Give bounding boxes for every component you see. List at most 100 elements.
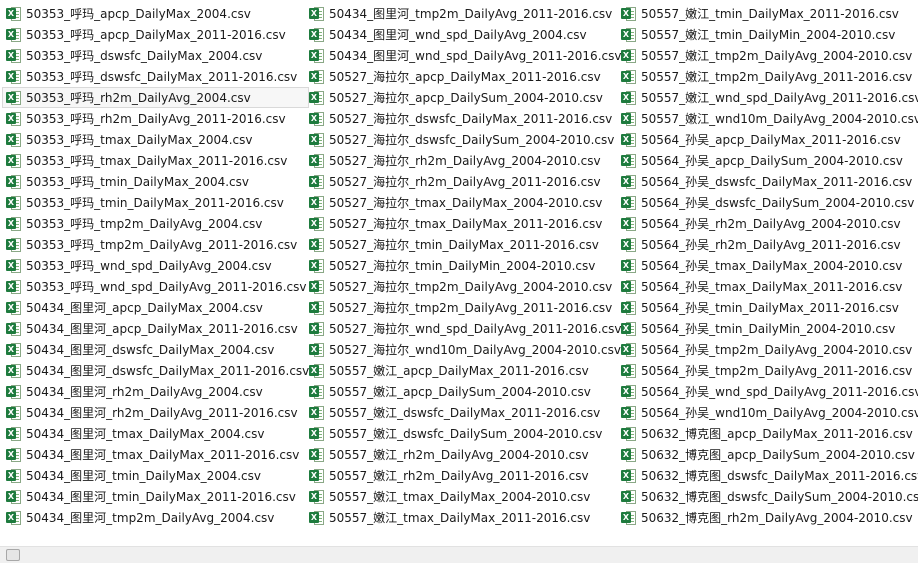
file-name: 50434_图里河_tmax_DailyMax_2011-2016.csv [26,448,300,462]
file-item[interactable]: X 50353_呼玛_tmax_DailyMax_2011-2016.csv [2,150,309,171]
file-item[interactable]: X 50434_图里河_rh2m_DailyAvg_2004.csv [2,381,309,402]
file-item[interactable]: X 50434_图里河_dswsfc_DailyMax_2011-2016.csv [2,360,309,381]
file-item[interactable]: X 50557_嫩江_wnd_spd_DailyAvg_2011-2016.csv [617,87,918,108]
file-name: 50564_孙吴_rh2m_DailyAvg_2011-2016.csv [641,238,901,252]
file-item[interactable]: X 50353_呼玛_tmp2m_DailyAvg_2004.csv [2,213,309,234]
scrollbar-thumb[interactable] [6,549,20,561]
file-item[interactable]: X 50353_呼玛_apcp_DailyMax_2004.csv [2,3,309,24]
file-item[interactable]: X 50527_海拉尔_tmp2m_DailyAvg_2004-2010.csv [305,276,621,297]
file-item[interactable]: X 50557_嫩江_wnd10m_DailyAvg_2004-2010.csv [617,108,918,129]
file-item[interactable]: X 50353_呼玛_wnd_spd_DailyAvg_2011-2016.csv [2,276,309,297]
excel-csv-icon: X [6,195,22,211]
file-name: 50434_图里河_apcp_DailyMax_2011-2016.csv [26,322,298,336]
file-item[interactable]: X 50632_博克图_dswsfc_DailyMax_2011-2016.csv [617,465,918,486]
file-item[interactable]: X 50434_图里河_tmax_DailyMax_2011-2016.csv [2,444,309,465]
file-item[interactable]: X 50557_嫩江_tmin_DailyMin_2004-2010.csv [617,24,918,45]
excel-csv-icon: X [309,195,325,211]
file-item[interactable]: X 50434_图里河_tmin_DailyMax_2004.csv [2,465,309,486]
file-item[interactable]: X 50527_海拉尔_wnd_spd_DailyAvg_2011-2016.cs… [305,318,621,339]
file-item[interactable]: X 50564_孙吴_dswsfc_DailyMax_2011-2016.csv [617,171,918,192]
file-item[interactable]: X 50632_博克图_apcp_DailySum_2004-2010.csv [617,444,918,465]
file-item[interactable]: X 50564_孙吴_tmax_DailyMax_2011-2016.csv [617,276,918,297]
file-item[interactable]: X 50527_海拉尔_tmp2m_DailyAvg_2011-2016.csv [305,297,621,318]
file-item[interactable]: X 50527_海拉尔_tmin_DailyMax_2011-2016.csv [305,234,621,255]
file-item[interactable]: X 50557_嫩江_dswsfc_DailyMax_2011-2016.csv [305,402,621,423]
file-item[interactable]: X 50564_孙吴_tmax_DailyMax_2004-2010.csv [617,255,918,276]
file-item[interactable]: X 50557_嫩江_dswsfc_DailySum_2004-2010.csv [305,423,621,444]
file-item[interactable]: X 50564_孙吴_wnd_spd_DailyAvg_2011-2016.csv [617,381,918,402]
file-item[interactable]: X 50434_图里河_tmax_DailyMax_2004.csv [2,423,309,444]
excel-csv-icon: X [621,258,637,274]
excel-csv-icon: X [6,27,22,43]
file-item[interactable]: X 50353_呼玛_dswsfc_DailyMax_2004.csv [2,45,309,66]
file-item[interactable]: X 50632_博克图_dswsfc_DailySum_2004-2010.csv [617,486,918,507]
file-item[interactable]: X 50564_孙吴_tmin_DailyMin_2004-2010.csv [617,318,918,339]
file-item[interactable]: X 50557_嫩江_rh2m_DailyAvg_2004-2010.csv [305,444,621,465]
file-name: 50564_孙吴_tmp2m_DailyAvg_2004-2010.csv [641,343,913,357]
file-item[interactable]: X 50564_孙吴_rh2m_DailyAvg_2004-2010.csv [617,213,918,234]
file-item[interactable]: X 50353_呼玛_apcp_DailyMax_2011-2016.csv [2,24,309,45]
file-item[interactable]: X 50632_博克图_rh2m_DailyAvg_2004-2010.csv [617,507,918,528]
file-name: 50557_嫩江_tmax_DailyMax_2011-2016.csv [329,511,591,525]
file-name: 50353_呼玛_tmin_DailyMax_2004.csv [26,175,249,189]
file-item[interactable]: X 50564_孙吴_tmp2m_DailyAvg_2011-2016.csv [617,360,918,381]
file-item[interactable]: X 50557_嫩江_rh2m_DailyAvg_2011-2016.csv [305,465,621,486]
file-item[interactable]: X 50434_图里河_rh2m_DailyAvg_2011-2016.csv [2,402,309,423]
file-item[interactable]: X 50353_呼玛_tmin_DailyMax_2004.csv [2,171,309,192]
excel-csv-icon: X [621,447,637,463]
file-item[interactable]: X 50632_博克图_apcp_DailyMax_2011-2016.csv [617,423,918,444]
file-item[interactable]: X 50434_图里河_tmin_DailyMax_2011-2016.csv [2,486,309,507]
file-item[interactable]: X 50353_呼玛_tmin_DailyMax_2011-2016.csv [2,192,309,213]
file-item[interactable]: X 50527_海拉尔_tmax_DailyMax_2011-2016.csv [305,213,621,234]
file-grid: X 50353_呼玛_apcp_DailyMax_2004.csv X 50353_呼… [0,0,918,536]
file-item[interactable]: X 50434_图里河_apcp_DailyMax_2004.csv [2,297,309,318]
file-item[interactable]: X 50564_孙吴_wnd10m_DailyAvg_2004-2010.csv [617,402,918,423]
file-item[interactable]: X 50564_孙吴_tmp2m_DailyAvg_2004-2010.csv [617,339,918,360]
file-item[interactable]: X 50527_海拉尔_apcp_DailySum_2004-2010.csv [305,87,621,108]
file-item[interactable]: X 50564_孙吴_tmin_DailyMax_2011-2016.csv [617,297,918,318]
file-item[interactable]: X 50434_图里河_wnd_spd_DailyAvg_2011-2016.cs… [305,45,621,66]
file-name: 50557_嫩江_apcp_DailySum_2004-2010.csv [329,385,591,399]
file-item[interactable]: X 50557_嫩江_tmin_DailyMax_2011-2016.csv [617,3,918,24]
file-item[interactable]: X 50353_呼玛_tmax_DailyMax_2004.csv [2,129,309,150]
file-item[interactable]: X 50557_嫩江_apcp_DailyMax_2011-2016.csv [305,360,621,381]
file-item[interactable]: X 50527_海拉尔_apcp_DailyMax_2011-2016.csv [305,66,621,87]
file-name: 50632_博克图_dswsfc_DailyMax_2011-2016.csv [641,469,918,483]
horizontal-scrollbar[interactable] [0,546,918,563]
file-item[interactable]: X 50353_呼玛_rh2m_DailyAvg_2004.csv [2,87,310,108]
file-item[interactable]: X 50434_图里河_wnd_spd_DailyAvg_2004.csv [305,24,621,45]
file-item[interactable]: X 50557_嫩江_tmax_DailyMax_2011-2016.csv [305,507,621,528]
excel-csv-icon: X [6,363,22,379]
file-item[interactable]: X 50564_孙吴_apcp_DailySum_2004-2010.csv [617,150,918,171]
file-item[interactable]: X 50564_孙吴_rh2m_DailyAvg_2011-2016.csv [617,234,918,255]
file-name: 50434_图里河_rh2m_DailyAvg_2004.csv [26,385,263,399]
file-item[interactable]: X 50353_呼玛_tmp2m_DailyAvg_2011-2016.csv [2,234,309,255]
file-item[interactable]: X 50353_呼玛_wnd_spd_DailyAvg_2004.csv [2,255,309,276]
file-item[interactable]: X 50527_海拉尔_rh2m_DailyAvg_2004-2010.csv [305,150,621,171]
file-item[interactable]: X 50527_海拉尔_tmin_DailyMin_2004-2010.csv [305,255,621,276]
excel-csv-icon: X [6,132,22,148]
file-name: 50434_图里河_dswsfc_DailyMax_2004.csv [26,343,275,357]
excel-csv-icon: X [6,279,22,295]
file-item[interactable]: X 50434_图里河_tmp2m_DailyAvg_2011-2016.csv [305,3,621,24]
file-name: 50353_呼玛_wnd_spd_DailyAvg_2004.csv [26,259,272,273]
file-item[interactable]: X 50557_嫩江_apcp_DailySum_2004-2010.csv [305,381,621,402]
file-item[interactable]: X 50527_海拉尔_dswsfc_DailySum_2004-2010.csv [305,129,621,150]
file-item[interactable]: X 50434_图里河_dswsfc_DailyMax_2004.csv [2,339,309,360]
file-item[interactable]: X 50527_海拉尔_dswsfc_DailyMax_2011-2016.csv [305,108,621,129]
file-item[interactable]: X 50434_图里河_apcp_DailyMax_2011-2016.csv [2,318,309,339]
file-item[interactable]: X 50564_孙吴_apcp_DailyMax_2011-2016.csv [617,129,918,150]
file-item[interactable]: X 50557_嫩江_tmp2m_DailyAvg_2004-2010.csv [617,45,918,66]
excel-csv-icon: X [621,342,637,358]
file-item[interactable]: X 50557_嫩江_tmax_DailyMax_2004-2010.csv [305,486,621,507]
file-item[interactable]: X 50353_呼玛_dswsfc_DailyMax_2011-2016.csv [2,66,309,87]
file-item[interactable]: X 50527_海拉尔_rh2m_DailyAvg_2011-2016.csv [305,171,621,192]
file-name: 50564_孙吴_wnd_spd_DailyAvg_2011-2016.csv [641,385,918,399]
file-item[interactable]: X 50564_孙吴_dswsfc_DailySum_2004-2010.csv [617,192,918,213]
file-item[interactable]: X 50557_嫩江_tmp2m_DailyAvg_2011-2016.csv [617,66,918,87]
file-item[interactable]: X 50527_海拉尔_tmax_DailyMax_2004-2010.csv [305,192,621,213]
excel-csv-icon: X [309,447,325,463]
file-item[interactable]: X 50353_呼玛_rh2m_DailyAvg_2011-2016.csv [2,108,309,129]
file-item[interactable]: X 50434_图里河_tmp2m_DailyAvg_2004.csv [2,507,309,528]
file-item[interactable]: X 50527_海拉尔_wnd10m_DailyAvg_2004-2010.csv [305,339,621,360]
